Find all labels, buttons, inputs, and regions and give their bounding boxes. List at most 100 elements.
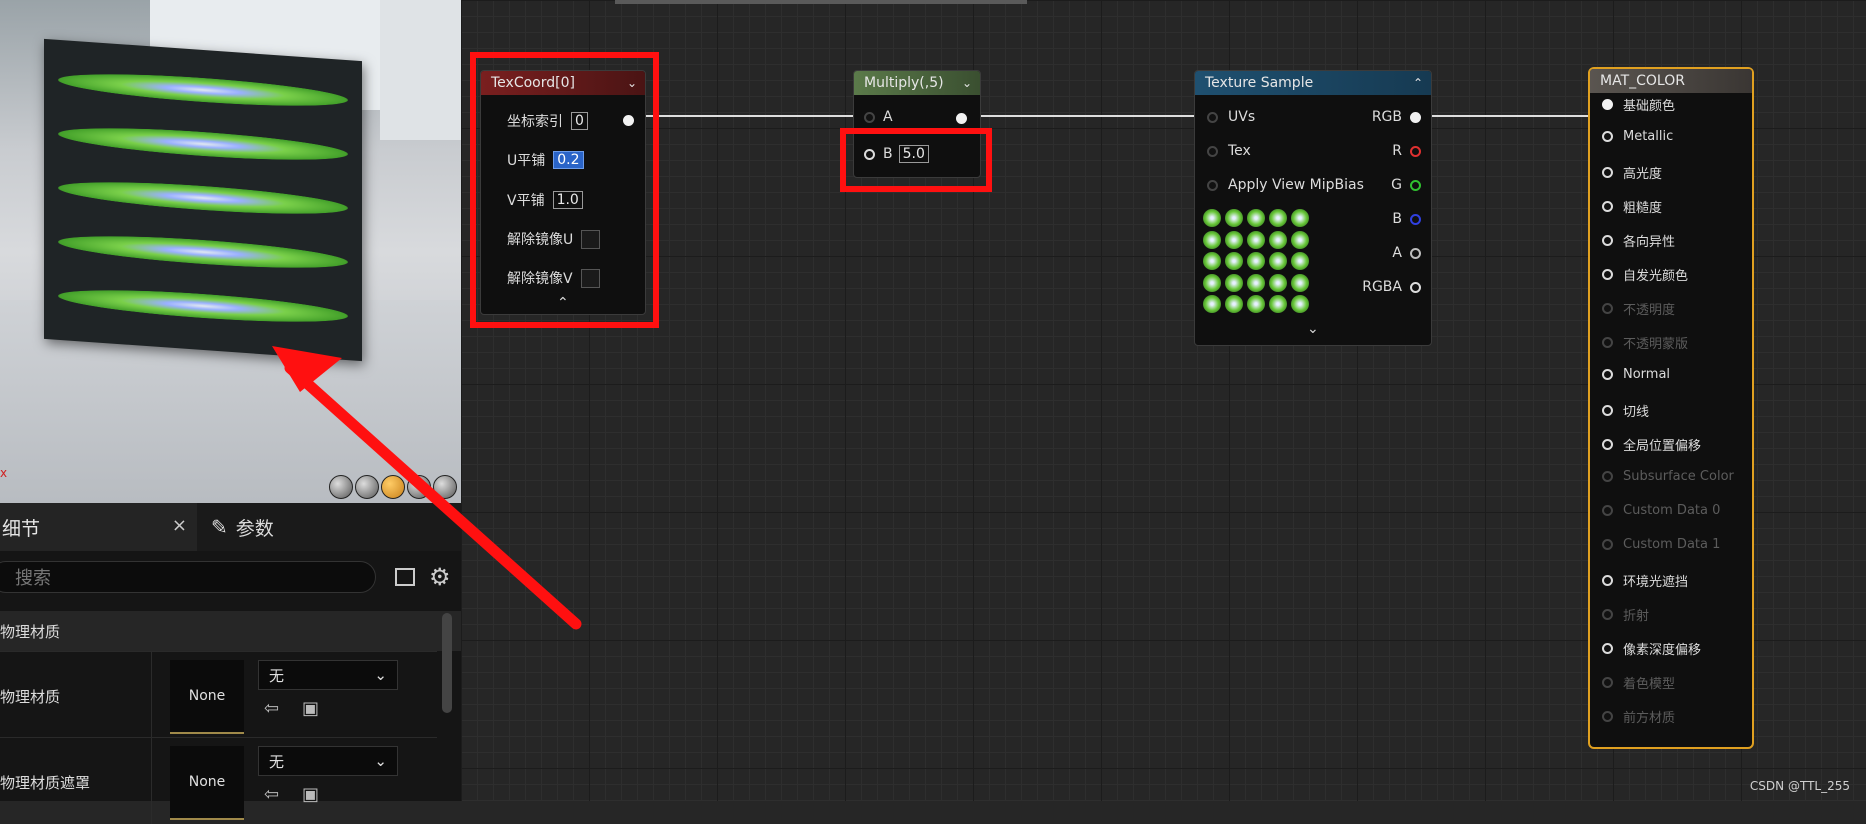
texture-sample-title: Texture Sample <box>1205 75 1314 91</box>
material-preview-viewport[interactable]: x <box>0 0 461 503</box>
mat-color-input-pin[interactable] <box>1602 235 1613 246</box>
mat-color-input-pin[interactable] <box>1602 269 1613 280</box>
mat-color-pin-label: Metallic <box>1623 129 1674 144</box>
mat-color-pin-label: 不透明蒙版 <box>1623 337 1689 352</box>
mat-color-pin-row: 着色模型 <box>1602 673 1675 692</box>
rgb-output-pin[interactable] <box>1410 111 1421 123</box>
multiply-input-a-pin[interactable] <box>864 111 875 123</box>
asset-combo[interactable]: 无 ⌄ <box>258 660 398 690</box>
table-view-icon[interactable] <box>395 568 415 586</box>
cylinder-preview-icon[interactable] <box>329 475 353 499</box>
tab-details-label: 细节 <box>2 517 41 540</box>
rgba-label: RGBA <box>1362 279 1402 295</box>
mat-color-pin-row: Subsurface Color <box>1602 469 1734 484</box>
a-output-pin[interactable] <box>1410 247 1421 259</box>
g-output-pin[interactable] <box>1410 179 1421 191</box>
texture-sample-header[interactable]: Texture Sample ⌃ <box>1195 71 1431 95</box>
rgba-output-pin[interactable] <box>1410 281 1421 293</box>
mat-color-input-pin[interactable] <box>1602 99 1613 110</box>
texture-tile <box>1269 230 1287 249</box>
mat-color-input-pin[interactable] <box>1602 439 1613 450</box>
gear-icon[interactable]: ⚙ <box>429 563 451 591</box>
g-output-row: G <box>1391 177 1421 193</box>
scrollbar[interactable] <box>442 613 452 713</box>
texture-tile <box>1269 295 1287 314</box>
wire-multiply-to-uvs <box>966 115 1212 117</box>
combo-value: 无 <box>269 752 285 771</box>
mat-color-input-pin[interactable] <box>1602 471 1613 482</box>
tex-label: Tex <box>1228 143 1251 159</box>
mat-color-pin-label: 不透明度 <box>1623 303 1676 318</box>
b-label: B <box>1392 211 1402 227</box>
tex-row: Tex <box>1207 143 1251 159</box>
texture-thumbnail[interactable] <box>1203 209 1311 315</box>
mat-color-input-pin[interactable] <box>1602 539 1613 550</box>
mat-color-input-pin[interactable] <box>1602 505 1613 516</box>
uvs-label: UVs <box>1228 109 1256 125</box>
mat-color-pin-row: Custom Data 0 <box>1602 503 1720 518</box>
chevron-up-icon[interactable]: ⌃ <box>1413 76 1423 90</box>
mat-color-input-pin[interactable] <box>1602 711 1613 722</box>
mat-color-header[interactable]: MAT_COLOR <box>1590 69 1752 93</box>
teapot-preview-icon[interactable] <box>433 475 457 499</box>
mat-color-pin-row: Metallic <box>1602 129 1673 144</box>
expand-icon[interactable]: ⌄ <box>1307 321 1319 337</box>
browse-asset-icon[interactable]: ▣ <box>302 698 324 720</box>
texture-stripe <box>58 67 348 113</box>
use-selected-icon[interactable]: ⇦ <box>264 784 286 806</box>
section-physical-material[interactable]: 物理材质 <box>0 611 461 651</box>
mat-color-result-node[interactable]: MAT_COLOR 基础颜色 Metallic 高光度 粗糙度 各向异性 自发光颜色 不透明… <box>1588 67 1754 749</box>
mipbias-input-pin[interactable] <box>1207 179 1218 191</box>
use-selected-icon[interactable]: ⇦ <box>264 698 286 720</box>
mat-color-pin-row: 全局位置偏移 <box>1602 435 1701 454</box>
texture-sample-node[interactable]: Texture Sample ⌃ UVs Tex Apply View MipB… <box>1194 70 1432 346</box>
asset-thumbnail[interactable]: None <box>170 660 244 734</box>
mat-color-input-pin[interactable] <box>1602 405 1613 416</box>
texture-stripe <box>58 121 348 167</box>
chevron-down-icon: ⌄ <box>374 752 387 770</box>
texture-tile <box>1247 273 1265 292</box>
divider <box>151 652 152 738</box>
asset-thumbnail[interactable]: None <box>170 746 244 820</box>
mat-color-input-pin[interactable] <box>1602 131 1613 142</box>
mat-color-pin-row: 基础颜色 <box>1602 95 1675 114</box>
mat-color-input-pin[interactable] <box>1602 337 1613 348</box>
asset-combo[interactable]: 无 ⌄ <box>258 746 398 776</box>
mat-color-pin-label: 着色模型 <box>1623 677 1676 692</box>
cube-preview-icon[interactable] <box>407 475 431 499</box>
mat-color-input-pin[interactable] <box>1602 643 1613 654</box>
mat-color-pin-label: 前方材质 <box>1623 711 1676 726</box>
mat-color-pin-label: 切线 <box>1623 405 1650 420</box>
top-node-edge <box>615 0 1027 4</box>
thumbnail-label: None <box>188 774 226 790</box>
b-output-pin[interactable] <box>1410 213 1421 225</box>
search-row: ⌕ 搜索 ⚙ <box>0 551 461 611</box>
mat-color-input-pin[interactable] <box>1602 369 1613 380</box>
texture-tile <box>1203 209 1221 227</box>
mat-color-input-pin[interactable] <box>1602 575 1613 586</box>
mat-color-input-pin[interactable] <box>1602 677 1613 688</box>
sphere-preview-icon[interactable] <box>355 475 379 499</box>
uvs-input-pin[interactable] <box>1207 111 1218 123</box>
mat-color-input-pin[interactable] <box>1602 167 1613 178</box>
tab-details[interactable]: 细节 × <box>0 503 197 551</box>
browse-asset-icon[interactable]: ▣ <box>302 784 324 806</box>
mat-color-input-pin[interactable] <box>1602 303 1613 314</box>
tab-parameters[interactable]: ✎ 参数 <box>197 514 274 541</box>
texture-tile <box>1247 230 1265 249</box>
close-icon[interactable]: × <box>172 515 187 536</box>
mat-color-input-pin[interactable] <box>1602 609 1613 620</box>
texture-tile <box>1203 295 1221 314</box>
rgb-label: RGB <box>1371 109 1402 125</box>
multiply-header[interactable]: Multiply(,5) ⌄ <box>854 71 980 95</box>
chevron-down-icon[interactable]: ⌄ <box>962 76 972 90</box>
texture-tile <box>1247 295 1265 314</box>
search-input[interactable]: 搜索 <box>0 561 376 593</box>
mat-color-input-pin[interactable] <box>1602 201 1613 212</box>
r-output-pin[interactable] <box>1410 145 1421 157</box>
multiply-output-pin[interactable] <box>956 113 967 124</box>
plane-preview-icon[interactable] <box>381 475 405 499</box>
mat-color-pin-label: 高光度 <box>1623 167 1663 182</box>
mat-color-pin-label: Custom Data 0 <box>1623 503 1721 518</box>
tex-input-pin[interactable] <box>1207 145 1218 157</box>
